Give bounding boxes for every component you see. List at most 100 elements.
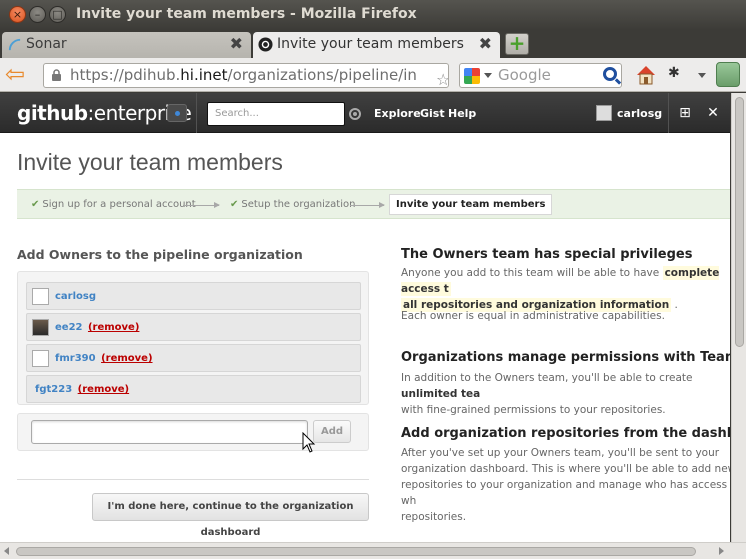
lock-icon bbox=[52, 69, 61, 81]
owners-heading: Add Owners to the pipeline organization bbox=[17, 247, 303, 262]
tab-close-icon[interactable]: ✖ bbox=[479, 34, 492, 53]
repositories-heading: Add organization repositories from the d… bbox=[401, 426, 730, 441]
text-line: repositories. bbox=[401, 511, 467, 523]
bold-text: unlimited tea bbox=[401, 388, 481, 400]
avatar[interactable] bbox=[596, 105, 612, 121]
window-maximize-button[interactable]: □ bbox=[49, 6, 66, 23]
firebug-dropdown-icon[interactable] bbox=[698, 73, 706, 78]
ghe-logo[interactable]: github:enterprise bbox=[17, 101, 192, 125]
text-segment: Anyone you add to this team will be able… bbox=[401, 267, 660, 279]
avatar bbox=[32, 288, 49, 305]
step-arrow-icon bbox=[185, 202, 220, 208]
new-tab-button[interactable]: + bbox=[505, 33, 529, 55]
url-prefix: https://pdihub. bbox=[70, 66, 181, 84]
window-close-button[interactable]: × bbox=[9, 6, 26, 23]
search-placeholder: Google bbox=[498, 66, 551, 84]
repositories-text: After you've set up your Owners team, yo… bbox=[401, 445, 730, 525]
check-icon: ✔ bbox=[31, 199, 40, 210]
vertical-scroll-thumb[interactable] bbox=[735, 97, 744, 347]
text-line: organization dashboard. This is where yo… bbox=[401, 463, 730, 475]
remove-link[interactable]: (remove) bbox=[78, 384, 129, 395]
nav-explore[interactable]: Explore bbox=[374, 107, 421, 120]
vertical-scrollbar[interactable] bbox=[731, 93, 746, 542]
horizontal-scroll-thumb[interactable] bbox=[16, 547, 696, 556]
text-line: repositories to your organization and ma… bbox=[401, 479, 730, 507]
mouse-cursor-icon bbox=[302, 432, 316, 453]
list-item: carlosg bbox=[26, 282, 361, 310]
search-icon[interactable] bbox=[603, 67, 617, 81]
ghe-search-input[interactable]: Search... bbox=[207, 102, 345, 126]
url-path: /organizations/pipeline/in bbox=[227, 66, 417, 84]
settings-tools-icon[interactable]: ✕ bbox=[705, 105, 721, 121]
add-owner-input[interactable] bbox=[31, 420, 308, 444]
back-arrow-icon[interactable]: ⇦ bbox=[5, 62, 33, 88]
avatar bbox=[32, 350, 49, 367]
member-name: fgt223 bbox=[35, 384, 73, 395]
window-titlebar: × – □ Invite your team members - Mozilla… bbox=[0, 0, 746, 30]
advanced-search-icon[interactable] bbox=[349, 108, 361, 120]
member-name: ee22 bbox=[55, 322, 83, 333]
tab-bar: Sonar ✖ Invite your team members ✖ bbox=[0, 30, 746, 58]
evernote-icon[interactable] bbox=[716, 62, 740, 87]
tab-invite[interactable]: Invite your team members ✖ bbox=[253, 32, 500, 58]
google-icon[interactable] bbox=[464, 68, 480, 84]
text-segment: In addition to the Owners team, you'll b… bbox=[401, 372, 693, 384]
member-name-link[interactable]: ee22 (remove) bbox=[55, 322, 139, 333]
url-bar[interactable]: https://pdihub.hi.inet/organizations/pip… bbox=[43, 63, 449, 88]
owners-list: carlosg ee22 (remove) fmr390 (remove) fg… bbox=[17, 271, 369, 405]
header-divider bbox=[668, 93, 669, 133]
list-item: fmr390 (remove) bbox=[26, 344, 361, 372]
page-viewport: github:enterprise Search... Explore Gist… bbox=[0, 93, 730, 542]
window-minimize-button[interactable]: – bbox=[29, 6, 46, 23]
nav-gist[interactable]: Gist bbox=[420, 107, 445, 120]
bookmark-star-icon[interactable]: ☆ bbox=[436, 69, 448, 87]
status-dot-icon[interactable] bbox=[167, 104, 187, 122]
check-icon: ✔ bbox=[230, 199, 239, 210]
add-button[interactable]: Add bbox=[313, 420, 351, 443]
divider bbox=[17, 479, 369, 480]
home-icon[interactable] bbox=[634, 63, 658, 87]
horizontal-scrollbar[interactable] bbox=[0, 542, 746, 559]
nav-help[interactable]: Help bbox=[448, 107, 476, 120]
owners-equal-text: Each owner is equal in administrative ca… bbox=[401, 310, 665, 322]
logo-bold: github bbox=[17, 101, 88, 125]
search-bar[interactable]: Google bbox=[459, 63, 622, 88]
scroll-left-icon[interactable] bbox=[4, 547, 9, 555]
scroll-right-icon[interactable] bbox=[719, 547, 724, 555]
page-title: Invite your team members bbox=[17, 149, 283, 175]
step-current: Invite your team members bbox=[389, 194, 553, 215]
tab-label: Invite your team members bbox=[277, 36, 464, 52]
tab-close-icon[interactable]: ✖ bbox=[230, 34, 243, 53]
text-line: After you've set up your Owners team, yo… bbox=[401, 447, 720, 459]
search-engine-dropdown-icon[interactable] bbox=[484, 73, 492, 78]
new-repo-icon[interactable]: ⊞ bbox=[677, 105, 693, 121]
list-item: fgt223 (remove) bbox=[26, 375, 361, 403]
step-label: Sign up for a personal account bbox=[42, 199, 196, 210]
step-arrow-icon bbox=[350, 202, 385, 208]
remove-link[interactable]: (remove) bbox=[88, 322, 139, 333]
member-name-link[interactable]: fmr390 (remove) bbox=[55, 353, 153, 364]
member-name: fmr390 bbox=[55, 353, 96, 364]
list-item: ee22 (remove) bbox=[26, 313, 361, 341]
teams-heading: Organizations manage permissions with Te… bbox=[401, 350, 730, 365]
text-segment: with fine-grained permissions to your re… bbox=[401, 404, 666, 416]
header-divider bbox=[196, 93, 197, 133]
continue-dashboard-button[interactable]: I'm done here, continue to the organizat… bbox=[92, 493, 369, 538]
url-host: hi.inet bbox=[180, 66, 228, 84]
ghe-header: github:enterprise Search... Explore Gist… bbox=[0, 93, 730, 133]
remove-link[interactable]: (remove) bbox=[101, 353, 152, 364]
step-2: ✔ Setup the organization bbox=[230, 199, 355, 210]
tab-label: Sonar bbox=[26, 36, 67, 52]
step-1: ✔ Sign up for a personal account bbox=[31, 199, 196, 210]
progress-steps: ✔ Sign up for a personal account ✔ Setup t… bbox=[17, 189, 730, 219]
navigation-toolbar: ⇦ https://pdihub.hi.inet/organizations/p… bbox=[0, 58, 746, 92]
username-link[interactable]: carlosg bbox=[617, 107, 662, 120]
teams-text: In addition to the Owners team, you'll b… bbox=[401, 370, 730, 418]
member-name-link[interactable]: fgt223 (remove) bbox=[35, 384, 129, 395]
tab-sonar[interactable]: Sonar ✖ bbox=[2, 32, 251, 58]
member-name-link[interactable]: carlosg bbox=[55, 291, 96, 302]
window-title: Invite your team members - Mozilla Firef… bbox=[76, 6, 417, 22]
step-label: Setup the organization bbox=[241, 199, 356, 210]
sonar-icon bbox=[8, 38, 21, 51]
firebug-icon[interactable]: ✱ bbox=[668, 65, 680, 81]
